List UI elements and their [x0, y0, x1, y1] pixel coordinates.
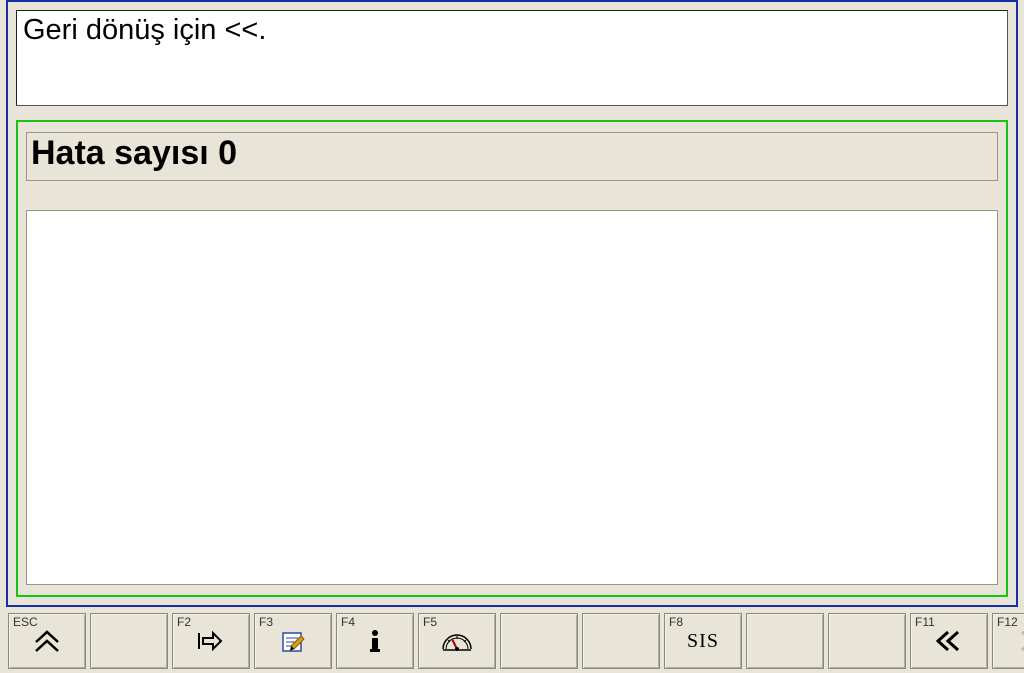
- fkey-blank-9: [746, 613, 824, 669]
- error-list: [26, 210, 998, 585]
- instruction-text: Geri dönüş için <<.: [16, 10, 1008, 106]
- main-panel: Geri dönüş için <<. Hata sayısı 0: [6, 0, 1018, 607]
- fkey-blank-7: [582, 613, 660, 669]
- double-left-icon: [934, 628, 964, 654]
- f12-button[interactable]: F12: [992, 613, 1024, 669]
- edit-icon: [278, 627, 308, 655]
- error-count-title: Hata sayısı 0: [27, 133, 997, 180]
- fkey-blank-6: [500, 613, 578, 669]
- double-right-icon: [1016, 628, 1024, 654]
- fkey-blank-1: [90, 613, 168, 669]
- fkey-label: ESC: [13, 615, 38, 629]
- app-root: Geri dönüş için <<. Hata sayısı 0 ESC F2: [0, 0, 1024, 673]
- error-panel: Hata sayısı 0: [16, 120, 1008, 597]
- f2-button[interactable]: F2: [172, 613, 250, 669]
- chevron-up-double-icon: [32, 628, 62, 654]
- fkey-label: F2: [177, 615, 191, 629]
- sis-text-icon: SIS: [687, 630, 719, 653]
- f4-button[interactable]: F4: [336, 613, 414, 669]
- fkey-label: F3: [259, 615, 273, 629]
- enter-icon: [195, 627, 227, 655]
- fkey-label: F5: [423, 615, 437, 629]
- gauge-icon: [439, 629, 475, 653]
- fkey-label: F11: [915, 615, 935, 629]
- f3-button[interactable]: F3: [254, 613, 332, 669]
- f5-button[interactable]: F5: [418, 613, 496, 669]
- function-key-bar: ESC F2 F3: [8, 613, 1016, 669]
- f8-button[interactable]: F8 SIS: [664, 613, 742, 669]
- error-title-container: Hata sayısı 0: [26, 132, 998, 181]
- esc-button[interactable]: ESC: [8, 613, 86, 669]
- fkey-blank-10: [828, 613, 906, 669]
- f11-button[interactable]: F11: [910, 613, 988, 669]
- fkey-label: F12: [997, 615, 1018, 629]
- fkey-label: F4: [341, 615, 355, 629]
- info-icon: [365, 627, 385, 655]
- fkey-label: F8: [669, 615, 683, 629]
